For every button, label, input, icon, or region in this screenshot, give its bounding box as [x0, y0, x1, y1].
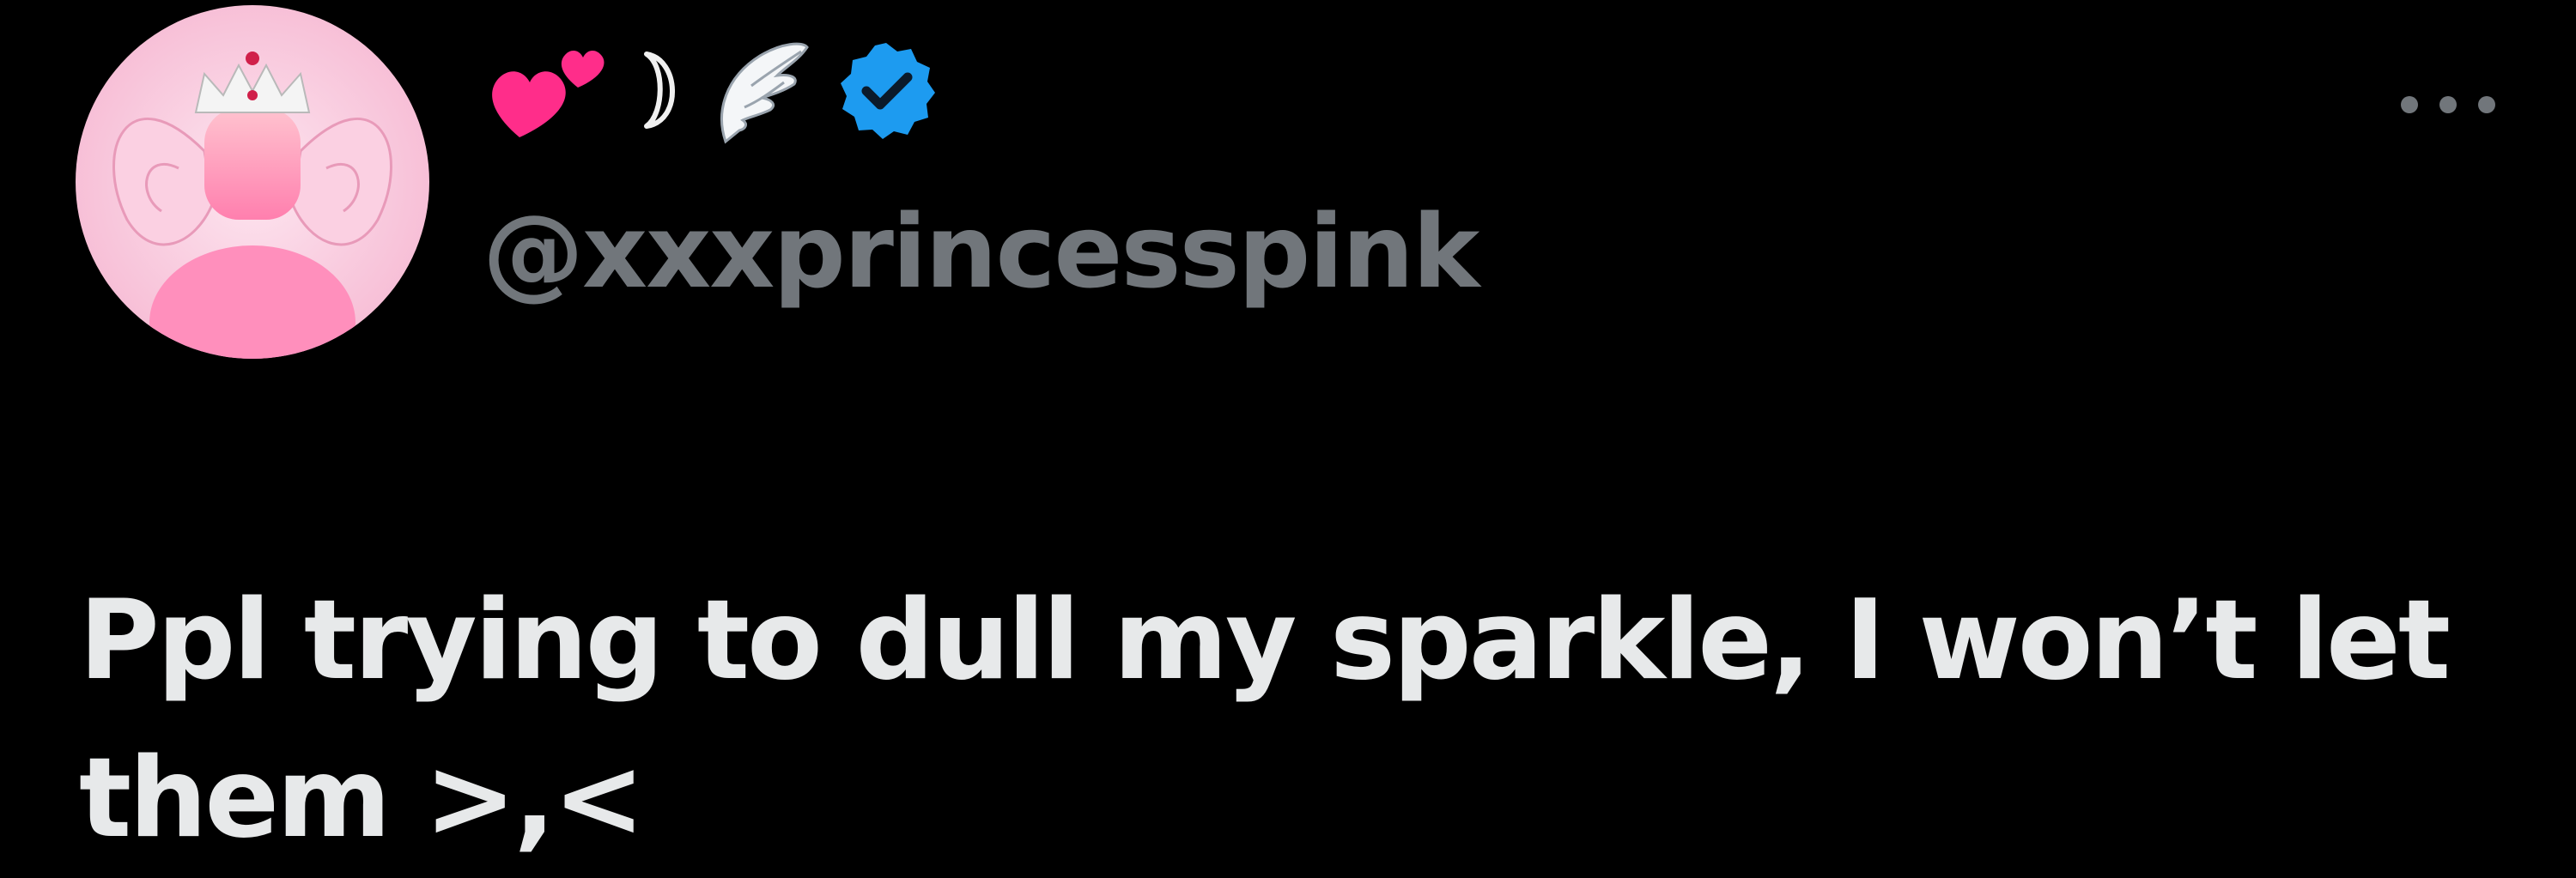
dot-icon — [2401, 96, 2418, 113]
more-options-button[interactable] — [2401, 86, 2495, 124]
author-handle[interactable]: @xxxprincesspink — [483, 196, 1479, 307]
verified-badge-icon — [841, 43, 935, 139]
avatar-image — [76, 5, 429, 359]
dot-icon — [2478, 96, 2495, 113]
crescent-moon-icon — [644, 51, 675, 129]
dot-icon — [2439, 96, 2457, 113]
tweet-text: Ppl trying to dull my sparkle, I won’t l… — [79, 577, 2451, 863]
angel-wing-icon — [720, 42, 809, 144]
two-hearts-icon — [492, 50, 605, 137]
display-name[interactable] — [485, 34, 937, 146]
avatar[interactable] — [76, 5, 429, 359]
